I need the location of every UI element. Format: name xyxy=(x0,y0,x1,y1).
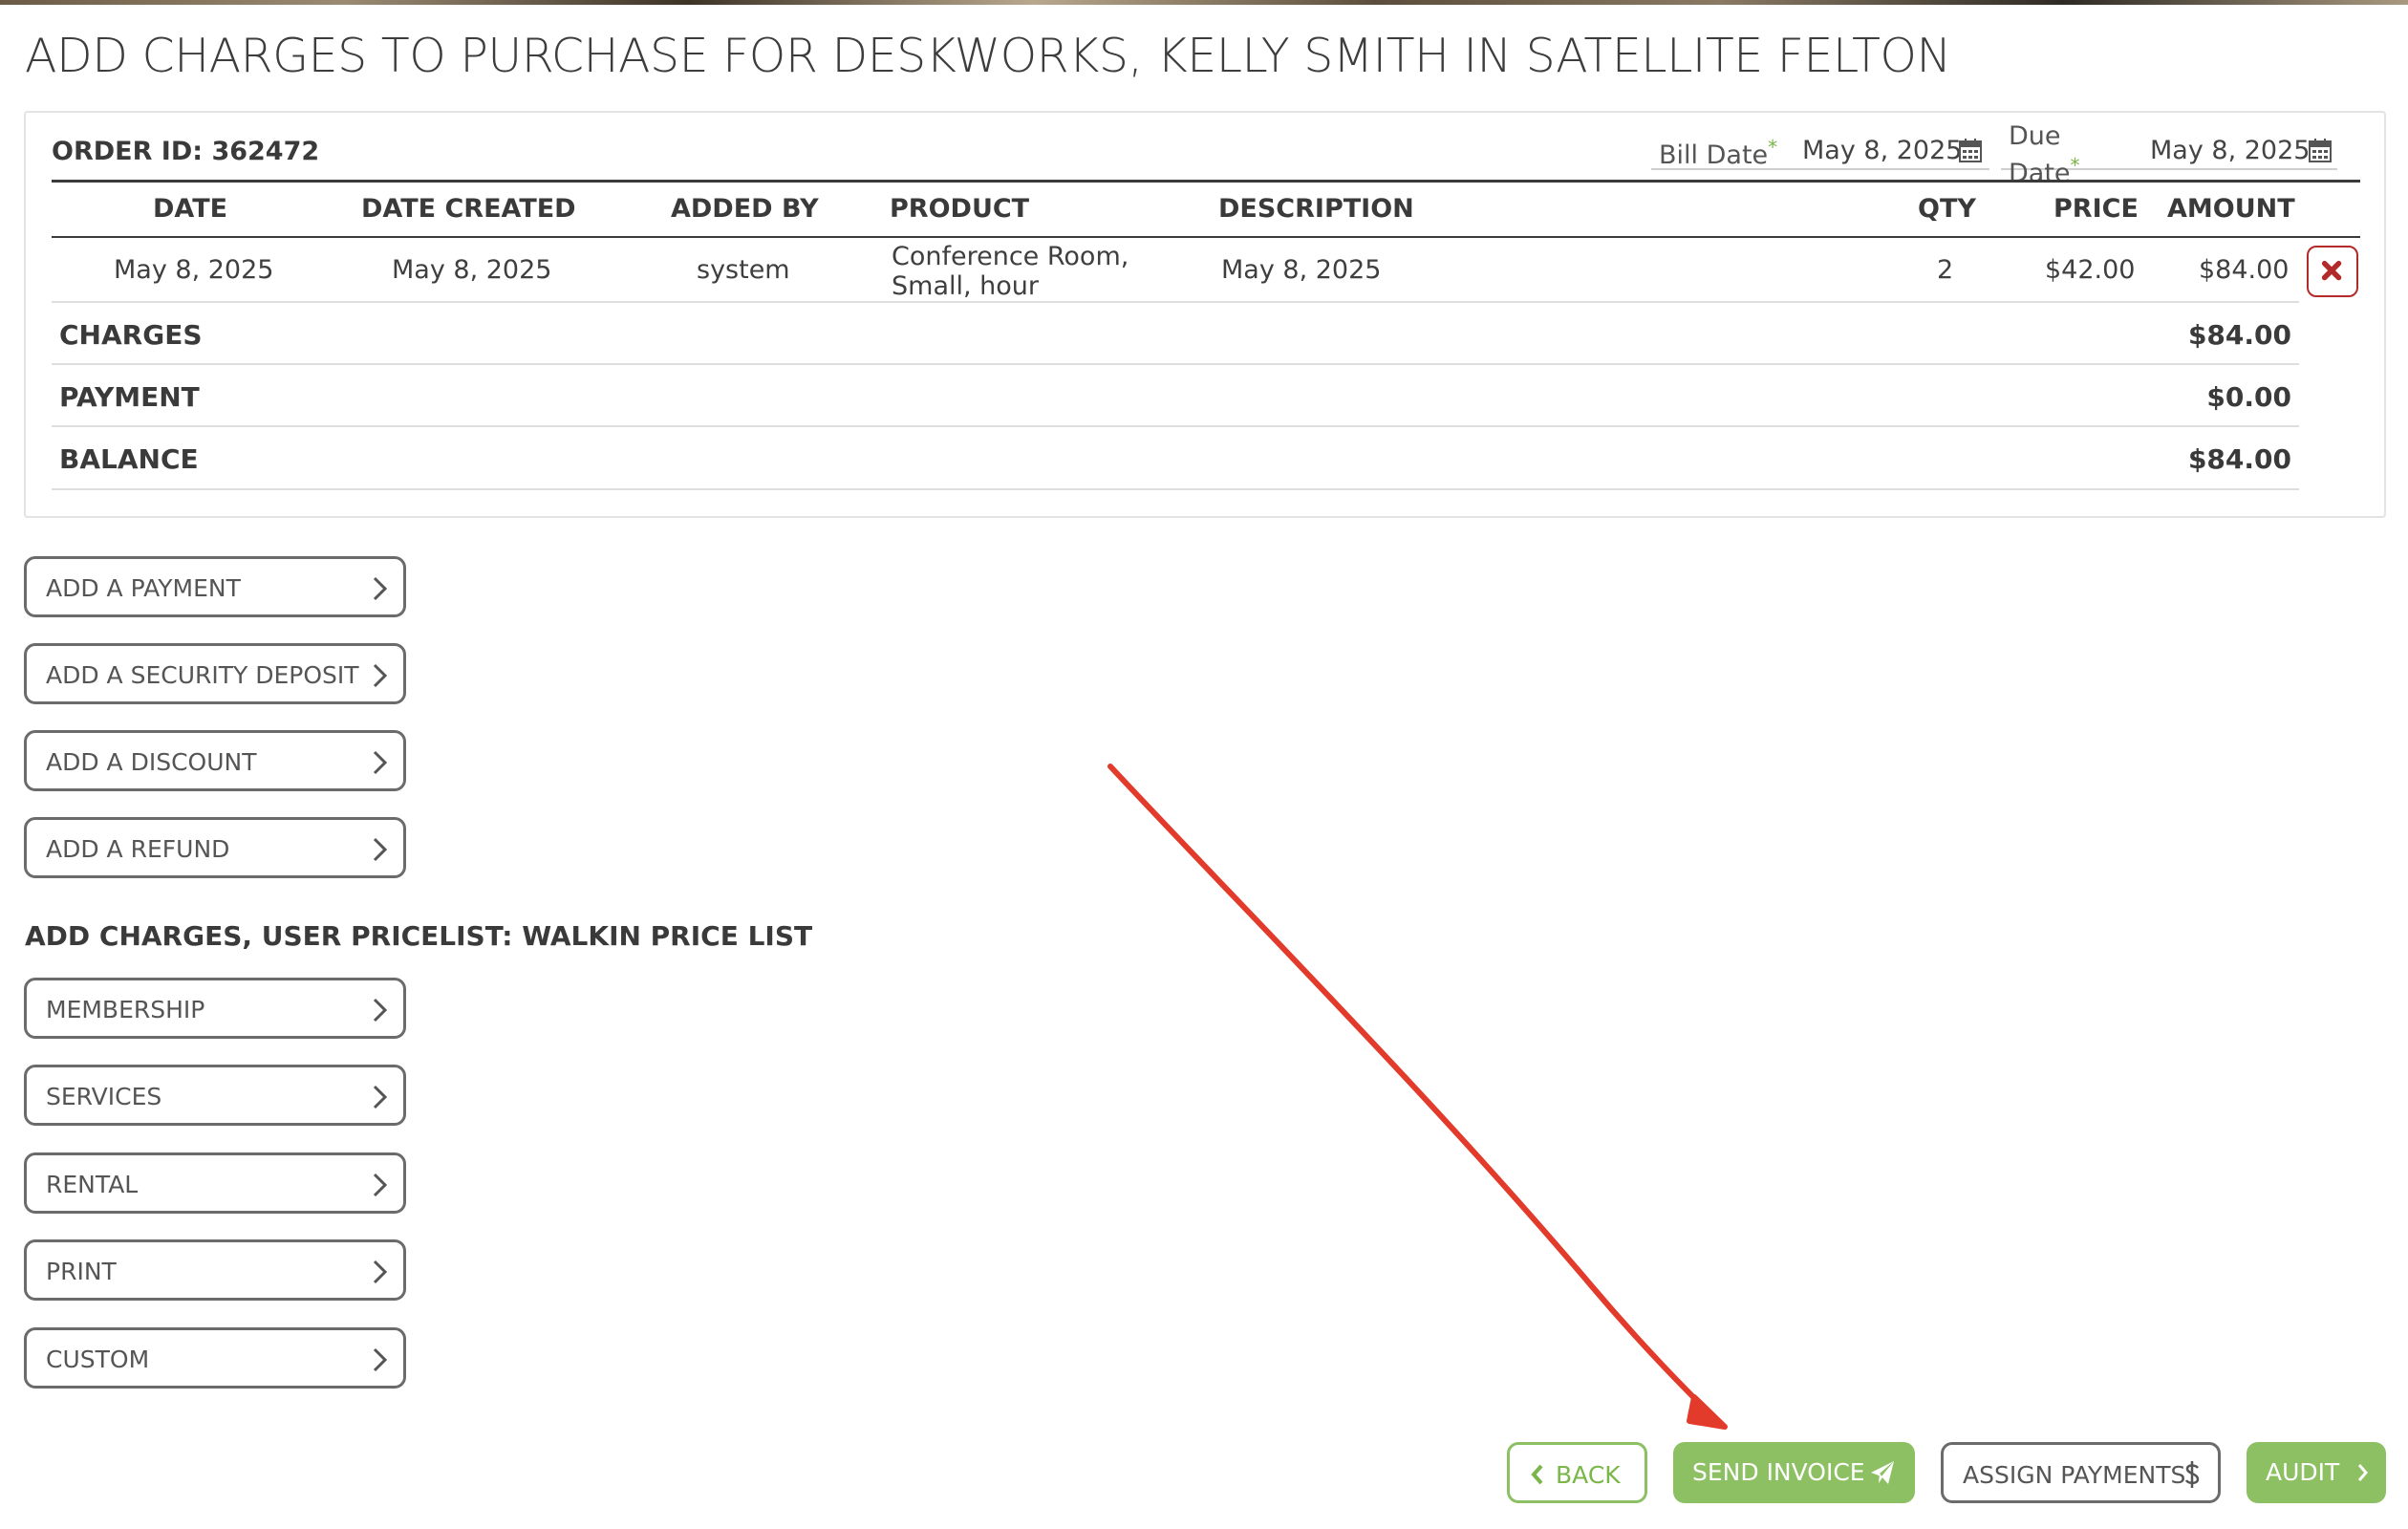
delete-charge-button[interactable] xyxy=(2307,246,2358,297)
back-button[interactable]: BACK xyxy=(1507,1442,1647,1503)
add-discount-label: ADD A DISCOUNT xyxy=(46,748,257,776)
header-image-strip xyxy=(0,0,2408,5)
cell-qty: 2 xyxy=(1937,255,1954,285)
add-payment-button[interactable]: ADD A PAYMENT xyxy=(24,556,406,617)
column-header-product: PRODUCT xyxy=(890,194,1030,224)
cell-description: May 8, 2025 xyxy=(1221,255,1382,285)
category-label: CUSTOM xyxy=(46,1346,150,1373)
due-date-value: May 8, 2025 xyxy=(2150,136,2311,165)
due-date-field[interactable]: Due Date* May 8, 2025 xyxy=(2001,122,2337,188)
cell-date-created: May 8, 2025 xyxy=(392,255,552,285)
column-header-date-created: DATE CREATED xyxy=(361,194,576,224)
category-membership-button[interactable]: MEMBERSHIP xyxy=(24,978,406,1039)
chevron-left-icon xyxy=(1531,1464,1543,1485)
chevron-right-icon xyxy=(373,663,388,688)
audit-label: AUDIT xyxy=(2266,1458,2340,1486)
chevron-right-icon xyxy=(2357,1464,2368,1481)
calendar-icon[interactable] xyxy=(1959,138,1982,162)
chevron-right-icon xyxy=(373,837,388,862)
cell-date: May 8, 2025 xyxy=(114,255,274,285)
add-security-deposit-button[interactable]: ADD A SECURITY DEPOSIT xyxy=(24,643,406,704)
add-payment-label: ADD A PAYMENT xyxy=(46,574,241,602)
chevron-right-icon xyxy=(373,750,388,775)
add-discount-button[interactable]: ADD A DISCOUNT xyxy=(24,730,406,791)
times-icon xyxy=(2321,260,2342,281)
charges-value: $84.00 xyxy=(2187,319,2291,351)
cell-price: $42.00 xyxy=(2045,255,2136,285)
audit-button[interactable]: AUDIT xyxy=(2247,1442,2386,1503)
bill-date-label: Bill Date* xyxy=(1659,136,1778,170)
back-label: BACK xyxy=(1556,1461,1621,1489)
paper-plane-icon xyxy=(1871,1461,1894,1484)
category-rental-button[interactable]: RENTAL xyxy=(24,1152,406,1214)
chevron-right-icon xyxy=(373,576,388,601)
dollar-icon xyxy=(2184,1461,2200,1488)
category-services-button[interactable]: SERVICES xyxy=(24,1065,406,1126)
chevron-right-icon xyxy=(373,1347,388,1372)
cell-product: Conference Room, Small, hour xyxy=(892,242,1129,301)
table-header-rule xyxy=(52,236,2360,238)
column-header-price: PRICE xyxy=(2053,194,2139,224)
assign-payments-button[interactable]: ASSIGN PAYMENTS xyxy=(1941,1442,2221,1503)
page-title: ADD CHARGES TO PURCHASE FOR DESKWORKS, K… xyxy=(25,29,1951,83)
add-security-deposit-label: ADD A SECURITY DEPOSIT xyxy=(46,661,359,689)
category-label: PRINT xyxy=(46,1258,117,1285)
category-print-button[interactable]: PRINT xyxy=(24,1239,406,1301)
row-divider xyxy=(52,488,2299,490)
column-header-added-by: ADDED BY xyxy=(671,194,819,224)
add-refund-button[interactable]: ADD A REFUND xyxy=(24,817,406,878)
category-custom-button[interactable]: CUSTOM xyxy=(24,1327,406,1389)
chevron-right-icon xyxy=(373,1173,388,1197)
order-id: ORDER ID: 362472 xyxy=(52,137,320,166)
table-top-rule xyxy=(52,180,2360,183)
row-divider xyxy=(52,363,2299,365)
charges-label: CHARGES xyxy=(59,319,203,351)
send-invoice-label: SEND INVOICE xyxy=(1692,1458,1865,1486)
bill-date-value: May 8, 2025 xyxy=(1802,136,1963,165)
send-invoice-button[interactable]: SEND INVOICE xyxy=(1673,1442,1915,1503)
column-header-date: DATE xyxy=(153,194,228,224)
category-label: RENTAL xyxy=(46,1171,139,1198)
balance-value: $84.00 xyxy=(2187,443,2291,475)
balance-label: BALANCE xyxy=(59,443,199,475)
add-refund-label: ADD A REFUND xyxy=(46,835,230,863)
row-divider xyxy=(52,301,2299,303)
category-label: MEMBERSHIP xyxy=(46,996,205,1023)
chevron-right-icon xyxy=(373,998,388,1023)
cell-amount: $84.00 xyxy=(2199,255,2290,285)
chevron-right-icon xyxy=(373,1085,388,1109)
column-header-qty: QTY xyxy=(1918,194,1976,224)
payment-value: $0.00 xyxy=(2206,381,2291,413)
payment-label: PAYMENT xyxy=(59,381,200,413)
bill-date-field[interactable]: Bill Date* May 8, 2025 xyxy=(1651,132,1989,170)
column-header-description: DESCRIPTION xyxy=(1218,194,1414,224)
cell-added-by: system xyxy=(697,255,790,285)
category-label: SERVICES xyxy=(46,1083,162,1110)
calendar-icon[interactable] xyxy=(2309,138,2332,162)
due-date-label: Due Date* xyxy=(2009,121,2080,188)
row-divider xyxy=(52,425,2299,427)
chevron-right-icon xyxy=(373,1260,388,1284)
assign-payments-label: ASSIGN PAYMENTS xyxy=(1963,1461,2186,1489)
column-header-amount: AMOUNT xyxy=(2167,194,2295,224)
add-charges-heading: ADD CHARGES, USER PRICELIST: WALKIN PRIC… xyxy=(25,920,813,952)
